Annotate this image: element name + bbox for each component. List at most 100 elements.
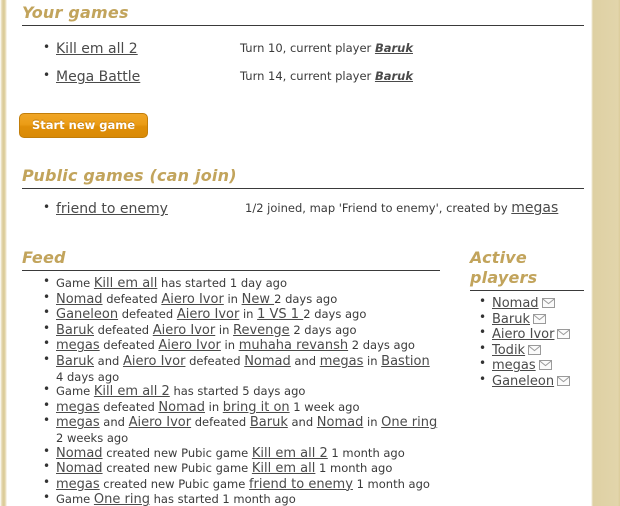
your-game-link[interactable]: Kill em all 2: [56, 41, 138, 57]
feed-text: and: [99, 415, 129, 430]
feed-entity-link[interactable]: megas: [56, 400, 100, 415]
feed-item: Nomad defeated Aiero Ivor in New 2 days …: [43, 290, 440, 308]
feed-entity-link[interactable]: Aiero Ivor: [177, 307, 239, 322]
current-player-link[interactable]: Baruk: [375, 41, 413, 55]
public-games-section: Public games (can join) friend to enemy 1…: [22, 166, 584, 220]
feed-text: in: [363, 415, 382, 430]
feed-text: 2 weeks ago: [56, 430, 129, 445]
feed-entity-link[interactable]: Nomad: [56, 292, 103, 307]
your-game-link[interactable]: Mega Battle: [56, 69, 140, 85]
page-right-edge-stripe: [588, 0, 620, 506]
public-games-list: friend to enemy 1/2 joined, map 'Friend t…: [22, 197, 584, 220]
feed-text: in: [363, 353, 382, 368]
feed-item: Game One ring has started 1 month ago: [43, 490, 440, 506]
feed-text: defeated: [99, 338, 159, 353]
your-game-turn-text: Turn 14, current player: [240, 69, 375, 83]
feed-entity-link[interactable]: Kill em all 2: [94, 384, 170, 399]
feed-entity-link[interactable]: Nomad: [56, 446, 103, 461]
feed-entity-link[interactable]: Aiero Ivor: [158, 338, 220, 354]
feed-text: Game: [56, 384, 94, 399]
mail-icon[interactable]: [533, 313, 546, 324]
feed-entity-link[interactable]: Aiero Ivor: [129, 415, 191, 431]
feed-entity-link[interactable]: Ganeleon: [56, 307, 118, 322]
feed-entity-link[interactable]: Aiero Ivor: [161, 292, 223, 307]
feed-text: 1 month ago: [327, 445, 405, 460]
active-player-link[interactable]: Baruk: [492, 312, 530, 327]
feed-entity-link[interactable]: One ring: [94, 492, 150, 506]
feed-text: has started 5 days ago: [169, 384, 306, 399]
current-player-link[interactable]: Baruk: [375, 69, 413, 83]
start-new-game-button[interactable]: Start new game: [19, 113, 148, 138]
feed-text: defeated: [99, 399, 159, 414]
feed-item: Nomad created new Pubic game Kill em all…: [43, 459, 440, 477]
page-content: Your games Kill em all 2 Turn 10, current…: [0, 0, 588, 506]
feed-entity-link[interactable]: Kill em all: [252, 461, 315, 476]
active-player-link[interactable]: Aiero Ivor: [492, 327, 554, 342]
feed-entity-link[interactable]: New: [242, 292, 275, 307]
feed-entity-link[interactable]: Nomad: [244, 354, 291, 369]
feed-entity-link[interactable]: Nomad: [317, 415, 364, 431]
feed-entity-link[interactable]: Baruk: [56, 323, 94, 338]
active-player-item: Aiero Ivor: [479, 325, 584, 343]
feed-entity-link[interactable]: Revenge: [233, 323, 290, 338]
feed-text: and: [290, 353, 320, 368]
feed-text: Game: [56, 276, 94, 290]
feed-text: in: [239, 307, 258, 322]
active-player-item: Todik: [479, 341, 584, 359]
feed-entity-link[interactable]: megas: [56, 415, 100, 431]
mail-icon[interactable]: [557, 329, 571, 340]
feed-entity-link[interactable]: muhaha revansh: [239, 338, 348, 354]
feed-text: 1 week ago: [289, 399, 360, 414]
feed-entity-link[interactable]: One ring: [381, 415, 437, 431]
your-game-status: Turn 10, current player Baruk: [240, 35, 413, 61]
feed-item: megas defeated Nomad in bring it on 1 we…: [43, 398, 440, 416]
feed-item: Nomad created new Pubic game Kill em all…: [43, 444, 440, 462]
your-games-heading: Your games: [22, 3, 584, 26]
public-game-creator-link[interactable]: megas: [511, 200, 558, 216]
feed-entity-link[interactable]: Nomad: [158, 400, 205, 415]
public-game-link[interactable]: friend to enemy: [56, 201, 168, 217]
mail-icon[interactable]: [528, 344, 542, 355]
feed-text: and: [94, 353, 123, 368]
public-game-meta-text: 1/2 joined, map 'Friend to enemy', creat…: [245, 201, 512, 215]
feed-entity-link[interactable]: Baruk: [56, 354, 94, 369]
feed-entity-link[interactable]: Nomad: [56, 461, 103, 476]
active-player-item: megas: [479, 356, 584, 374]
feed-text: 2 days ago: [348, 338, 415, 353]
feed-text: has started 1 month ago: [149, 492, 296, 506]
feed-text: has started 1 day ago: [157, 276, 288, 290]
feed-entity-link[interactable]: 1 VS 1: [257, 307, 303, 322]
feed-item: Baruk and Aiero Ivor defeated Nomad and …: [43, 352, 440, 384]
your-game-turn-text: Turn 10, current player: [240, 41, 375, 55]
feed-entity-link[interactable]: Aiero Ivor: [123, 354, 185, 369]
feed-entity-link[interactable]: Aiero Ivor: [153, 323, 215, 338]
feed-text: 2 days ago: [274, 291, 338, 306]
feed-entity-link[interactable]: megas: [56, 338, 100, 354]
feed-text: defeated: [118, 307, 177, 322]
mail-icon[interactable]: [538, 360, 552, 371]
active-player-link[interactable]: Todik: [492, 343, 525, 358]
feed-text: and: [287, 415, 317, 430]
feed-entity-link[interactable]: Bastion: [381, 354, 430, 369]
feed-entity-link[interactable]: bring it on: [223, 400, 290, 415]
feed-list: Game Kill em all has started 1 day agoNo…: [22, 274, 440, 506]
feed-text: defeated: [102, 291, 162, 306]
feed-entity-link[interactable]: Kill em all: [94, 276, 157, 291]
active-player-link[interactable]: megas: [492, 358, 536, 374]
mail-icon[interactable]: [557, 375, 571, 386]
active-player-link[interactable]: Nomad: [492, 296, 539, 311]
feed-entity-link[interactable]: megas: [56, 477, 100, 492]
mail-icon[interactable]: [541, 298, 555, 308]
public-game-meta: 1/2 joined, map 'Friend to enemy', creat…: [245, 198, 558, 218]
public-game-item: friend to enemy 1/2 joined, map 'Friend t…: [43, 197, 584, 220]
feed-entity-link[interactable]: Kill em all 2: [252, 446, 328, 461]
feed-entity-link[interactable]: megas: [320, 354, 364, 369]
feed-text: 4 days ago: [56, 369, 120, 384]
feed-text: in: [204, 399, 223, 414]
feed-text: created new Pubic game: [102, 461, 252, 476]
active-player-link[interactable]: Ganeleon: [492, 374, 554, 389]
feed-entity-link[interactable]: friend to enemy: [249, 477, 353, 492]
feed-entity-link[interactable]: Baruk: [250, 415, 288, 431]
feed-item: megas created new Pubic game friend to e…: [43, 475, 440, 493]
feed-text: 2 days ago: [289, 322, 357, 337]
